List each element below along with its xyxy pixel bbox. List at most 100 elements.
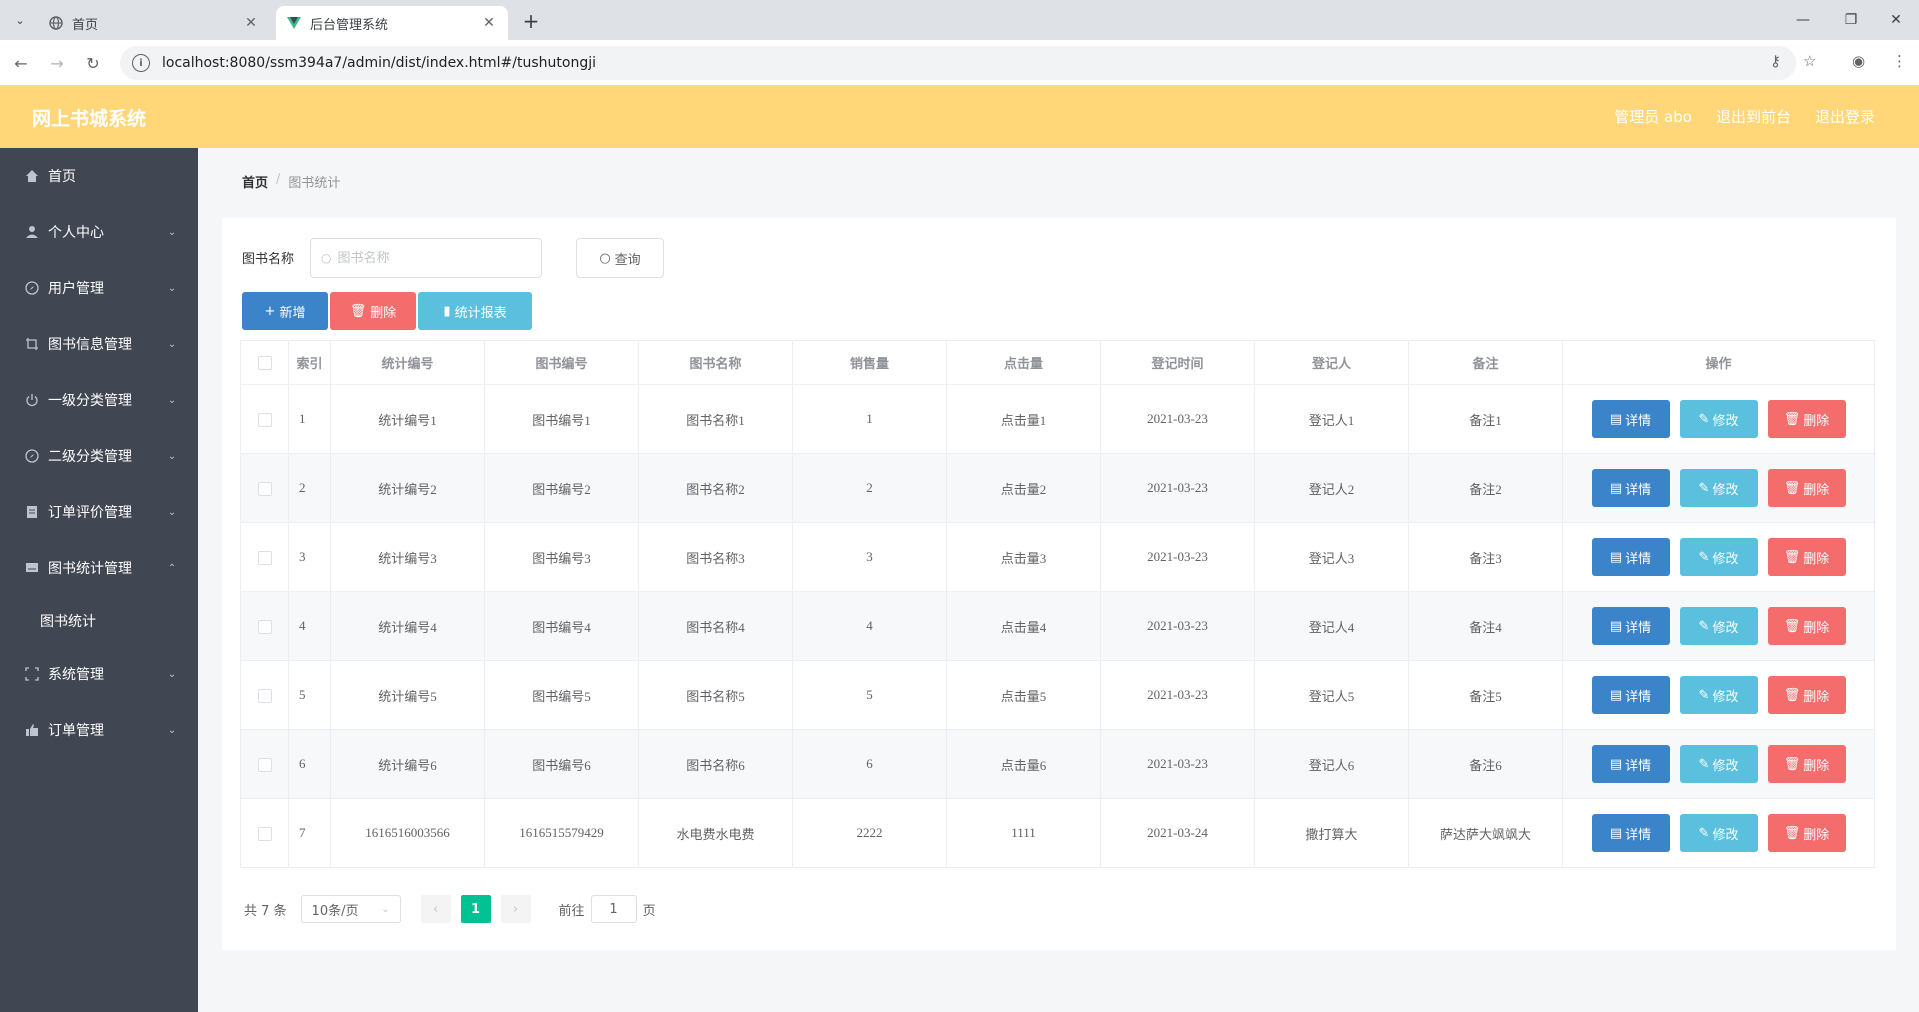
- search-field[interactable]: ○: [310, 238, 542, 278]
- click-count-cell: 点击量4: [946, 591, 1101, 661]
- reload-icon[interactable]: ↻: [80, 50, 106, 76]
- detail-button[interactable]: ▤ 详情: [1591, 745, 1670, 783]
- click-count-cell: 点击量2: [946, 453, 1101, 523]
- breadcrumb-separator: /: [276, 172, 281, 187]
- browser-tab-strip: ⌄ 首页 ✕ 后台管理系统 ✕ + — ❐ ✕: [0, 0, 1919, 40]
- edit-button[interactable]: ✎ 修改: [1679, 469, 1758, 507]
- remark-cell: 萨达萨大飒飒大: [1408, 798, 1563, 868]
- detail-button[interactable]: ▤ 详情: [1591, 814, 1670, 852]
- browser-tab-admin[interactable]: 后台管理系统 ✕: [276, 6, 508, 40]
- edit-button[interactable]: ✎ 修改: [1679, 607, 1758, 645]
- delete-button[interactable]: 🗑 删除: [1767, 676, 1846, 714]
- registrant-cell: 登记人5: [1254, 660, 1409, 730]
- browser-tab-home[interactable]: 首页 ✕: [38, 6, 270, 40]
- page-number-current[interactable]: 1: [460, 895, 491, 923]
- window-close-icon[interactable]: ✕: [1873, 0, 1919, 40]
- minimize-icon[interactable]: —: [1780, 0, 1826, 40]
- restore-icon[interactable]: ❐: [1828, 0, 1874, 40]
- sidebar-item-orders[interactable]: 订单管理 ⌄: [0, 702, 198, 758]
- query-button[interactable]: ○ 查询: [576, 238, 664, 278]
- search-input[interactable]: [337, 250, 528, 266]
- sidebar-item-users[interactable]: 用户管理 ⌄: [0, 260, 198, 316]
- book-id-cell: 图书编号4: [484, 591, 639, 661]
- sales-count-cell: 6: [792, 729, 947, 799]
- new-tab-button[interactable]: +: [518, 8, 544, 34]
- sidebar-item-book-stats[interactable]: 图书统计管理 ⌃: [0, 540, 198, 596]
- globe-icon: [48, 15, 64, 31]
- delete-button[interactable]: 🗑 删除: [1767, 538, 1846, 576]
- bookmark-star-icon[interactable]: ☆: [1803, 52, 1816, 70]
- delete-button[interactable]: 🗑 删除: [1767, 814, 1846, 852]
- edit-button[interactable]: ✎ 修改: [1679, 745, 1758, 783]
- sidebar-item-profile[interactable]: 个人中心 ⌄: [0, 204, 198, 260]
- row-actions-cell: ▤ 详情 ✎ 修改 🗑 删除: [1562, 660, 1875, 730]
- home-icon: [24, 168, 40, 184]
- row-checkbox[interactable]: [240, 522, 289, 592]
- row-checkbox[interactable]: [240, 591, 289, 661]
- password-key-icon[interactable]: ⚷: [1770, 52, 1781, 70]
- breadcrumb-home[interactable]: 首页: [242, 172, 268, 191]
- logout-link[interactable]: 退出登录: [1815, 106, 1875, 127]
- delete-button[interactable]: 🗑 删除: [1767, 745, 1846, 783]
- sidebar-item-category-2[interactable]: 二级分类管理 ⌄: [0, 428, 198, 484]
- detail-button[interactable]: ▤ 详情: [1591, 676, 1670, 714]
- close-icon[interactable]: ✕: [242, 15, 260, 31]
- row-checkbox[interactable]: [240, 384, 289, 454]
- back-icon[interactable]: ←: [8, 50, 34, 76]
- tab-search-button[interactable]: ⌄: [8, 9, 32, 31]
- detail-button[interactable]: ▤ 详情: [1591, 400, 1670, 438]
- forward-icon[interactable]: →: [44, 50, 70, 76]
- delete-button[interactable]: 🗑 删除: [1767, 400, 1846, 438]
- goto-page-input[interactable]: 1: [590, 895, 637, 923]
- pencil-icon: ✎: [1698, 825, 1710, 841]
- prev-page-button[interactable]: ‹: [420, 895, 451, 923]
- search-icon: ○: [599, 250, 611, 266]
- row-checkbox[interactable]: [240, 660, 289, 730]
- edit-button[interactable]: ✎ 修改: [1679, 400, 1758, 438]
- browser-tab-title: 首页: [72, 17, 99, 33]
- edit-button[interactable]: ✎ 修改: [1679, 538, 1758, 576]
- select-all-checkbox[interactable]: [240, 340, 289, 385]
- crop-icon: [24, 336, 40, 352]
- trash-icon: 🗑: [1783, 411, 1801, 427]
- batch-delete-button[interactable]: 🗑 删除: [330, 292, 416, 330]
- add-button[interactable]: + 新增: [242, 292, 328, 330]
- next-page-button[interactable]: ›: [500, 895, 531, 923]
- stats-report-button[interactable]: ▮ 统计报表: [418, 292, 532, 330]
- delete-button[interactable]: 🗑 删除: [1767, 469, 1846, 507]
- sidebar-subitem-book-stats[interactable]: 图书统计: [0, 596, 198, 646]
- edit-button[interactable]: ✎ 修改: [1679, 814, 1758, 852]
- page-size-select[interactable]: 10条/页 ⌄: [300, 895, 401, 923]
- detail-button[interactable]: ▤ 详情: [1591, 469, 1670, 507]
- close-icon[interactable]: ✕: [480, 15, 498, 31]
- row-index-cell: 5: [288, 660, 331, 730]
- row-index-cell: 4: [288, 591, 331, 661]
- book-id-cell: 1616515579429: [484, 798, 639, 868]
- row-checkbox[interactable]: [240, 453, 289, 523]
- detail-button[interactable]: ▤ 详情: [1591, 607, 1670, 645]
- sidebar-item-home[interactable]: 首页: [0, 148, 198, 204]
- document-icon: ▤: [1609, 825, 1623, 841]
- edit-button[interactable]: ✎ 修改: [1679, 676, 1758, 714]
- row-actions-cell: ▤ 详情 ✎ 修改 🗑 删除: [1562, 591, 1875, 661]
- site-info-icon[interactable]: i: [132, 54, 150, 72]
- sidebar-item-system[interactable]: 系统管理 ⌄: [0, 646, 198, 702]
- address-bar[interactable]: i localhost:8080/ssm394a7/admin/dist/ind…: [120, 46, 1796, 80]
- sales-count-cell: 2222: [792, 798, 947, 868]
- stat-id-cell: 统计编号6: [330, 729, 485, 799]
- trash-icon: 🗑: [1783, 480, 1801, 496]
- profile-icon[interactable]: ◉: [1852, 52, 1865, 70]
- front-page-link[interactable]: 退出到前台: [1716, 106, 1791, 127]
- row-checkbox[interactable]: [240, 729, 289, 799]
- sidebar-item-category-1[interactable]: 一级分类管理 ⌄: [0, 372, 198, 428]
- pagination-total: 共 7 条: [244, 903, 287, 919]
- row-checkbox[interactable]: [240, 798, 289, 868]
- more-menu-icon[interactable]: ⋮: [1892, 52, 1907, 70]
- compass-icon: [24, 280, 40, 296]
- delete-button[interactable]: 🗑 删除: [1767, 607, 1846, 645]
- book-name-cell: 图书名称3: [638, 522, 793, 592]
- register-date-cell: 2021-03-24: [1100, 798, 1255, 868]
- detail-button[interactable]: ▤ 详情: [1591, 538, 1670, 576]
- sidebar-item-order-review[interactable]: 订单评价管理 ⌄: [0, 484, 198, 540]
- sidebar-item-book-info[interactable]: 图书信息管理 ⌄: [0, 316, 198, 372]
